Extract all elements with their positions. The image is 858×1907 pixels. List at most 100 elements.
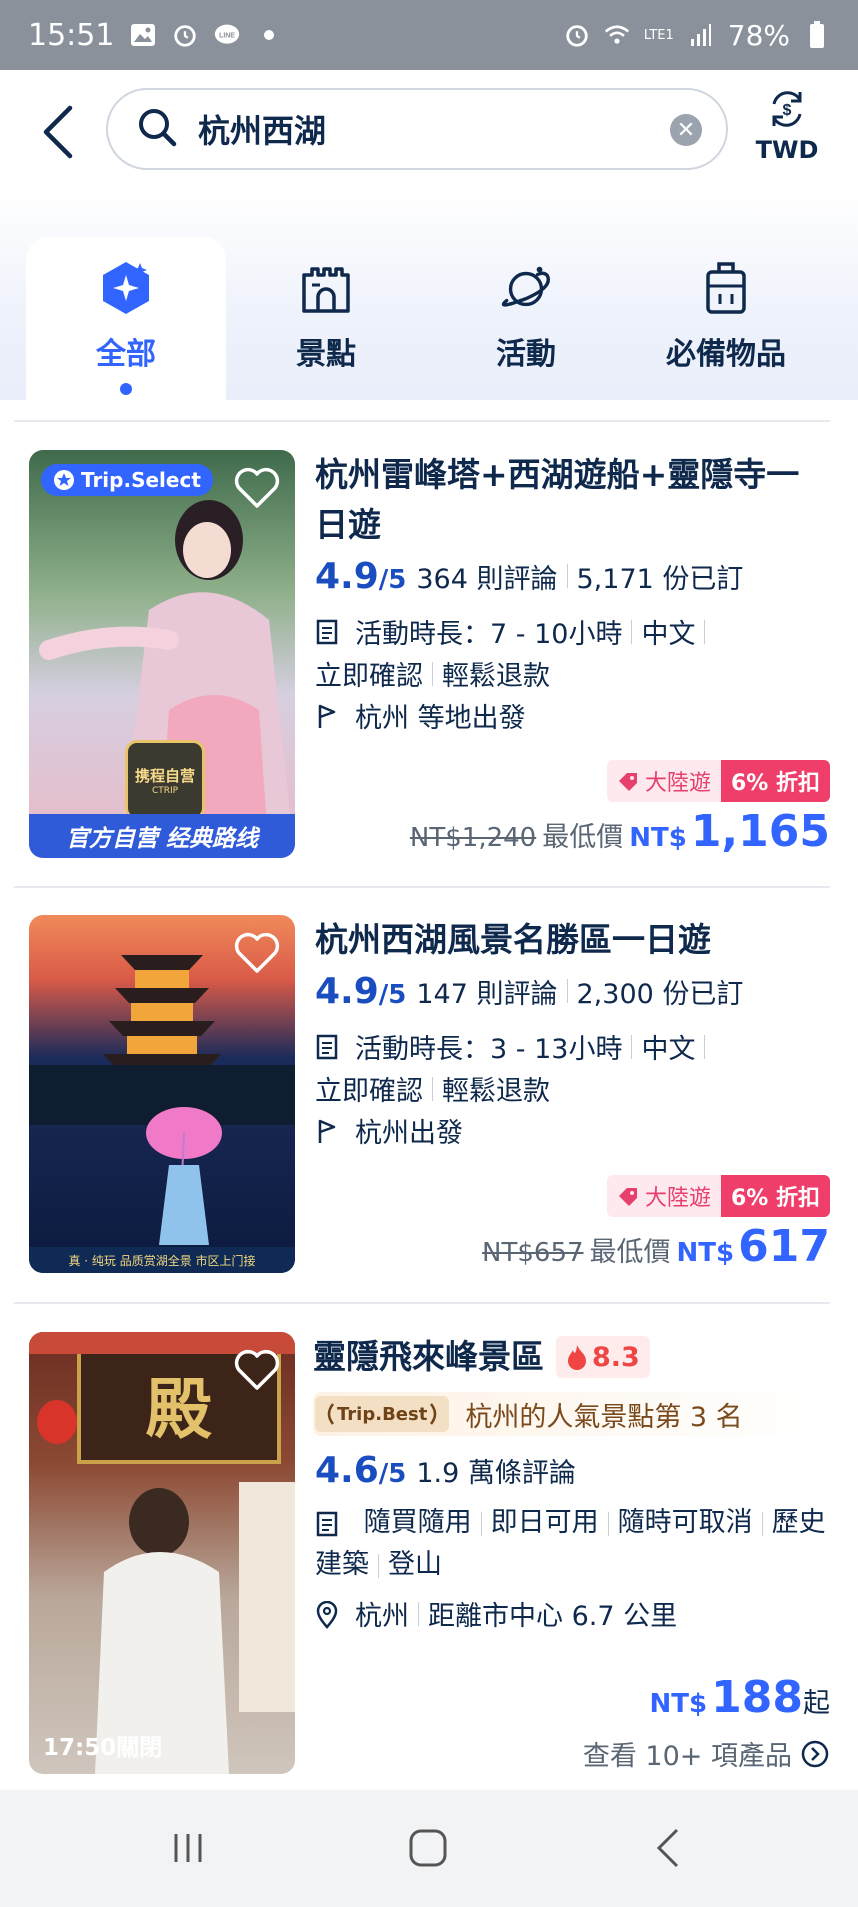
promo-badge: 大陸遊 6% 折扣 xyxy=(606,760,830,802)
tab-label: 必備物品 xyxy=(666,337,786,372)
rating-score: 4.6 xyxy=(315,1450,379,1491)
duration: 活動時長：3 - 13小時 xyxy=(355,1034,623,1065)
tab-activities[interactable]: 活動 xyxy=(426,237,626,400)
title-row: 靈隱飛來峰景區 8.3 xyxy=(313,1332,650,1382)
product-image: 真 · 纯玩 品质赏湖全景 市区上门接 xyxy=(29,915,295,1273)
price: 1,165 xyxy=(690,806,830,857)
promo-badge: 大陸遊 6% 折扣 xyxy=(606,1175,830,1217)
lowest-price-label: 最低價 xyxy=(589,1237,671,1268)
battery-percent: 78% xyxy=(727,18,790,52)
original-price: NT$657 xyxy=(482,1238,584,1268)
castle-icon xyxy=(297,259,355,317)
status-time: 15:51 xyxy=(28,17,115,53)
separator xyxy=(566,979,568,1003)
price-row: NT$1,240 最低價 NT$ 1,165 xyxy=(410,806,830,857)
flag-icon xyxy=(315,1118,341,1144)
product-card[interactable]: Trip.Select 携程自营 CTRIP 官方自营 经典路线 杭州雷峰塔+西… xyxy=(0,450,858,860)
back-icon xyxy=(656,1828,679,1868)
recent-apps-button[interactable] xyxy=(158,1820,218,1876)
duration-line: 活動時長：7 - 10小時 中文 xyxy=(315,612,714,651)
view-more-link[interactable]: 查看 10+ 項產品 xyxy=(583,1734,830,1773)
notification-dot-icon xyxy=(256,22,282,48)
feature-tag: 隨買隨用 xyxy=(363,1507,472,1538)
clear-search-button[interactable]: ✕ xyxy=(670,114,702,146)
hot-score-badge: 8.3 xyxy=(556,1336,650,1378)
badge-label: Trip.Select xyxy=(81,468,201,492)
home-icon xyxy=(409,1829,447,1867)
line-app-icon: LINE xyxy=(214,22,240,48)
tab-all[interactable]: 全部 xyxy=(26,237,226,400)
price-currency: NT$ xyxy=(649,1689,708,1719)
tag-icon xyxy=(618,773,637,791)
active-tab-indicator xyxy=(120,383,132,395)
rating-scale: /5 xyxy=(378,980,407,1010)
flame-icon xyxy=(568,1345,586,1370)
document-icon xyxy=(315,1511,341,1537)
home-button[interactable] xyxy=(398,1820,458,1876)
product-card[interactable]: 殿 17:50關閉 靈隱飛來峰景區 8.3 Trip.Best 杭州的人氣景點第… xyxy=(0,1332,858,1777)
price: 617 xyxy=(738,1221,830,1272)
separator xyxy=(432,1076,433,1101)
favorite-button[interactable] xyxy=(233,466,281,510)
tab-essentials[interactable]: 必備物品 xyxy=(626,237,826,400)
category-tabs: 全部 景點 活動 必備物品 xyxy=(0,190,858,400)
separator xyxy=(378,1553,379,1578)
image-caption: 官方自营 经典路线 xyxy=(29,814,295,858)
product-card[interactable]: 真 · 纯玩 品质赏湖全景 市区上门接 杭州西湖風景名勝區一日遊 4.9 /5 … xyxy=(0,915,858,1275)
search-query: 杭州西湖 xyxy=(198,112,327,150)
discount-label: 6% 折扣 xyxy=(720,760,830,802)
language: 中文 xyxy=(641,1034,696,1065)
currency-switch-button[interactable]: $ TWD xyxy=(752,88,822,178)
discount-label: 6% 折扣 xyxy=(720,1175,830,1217)
heart-icon xyxy=(234,1349,280,1390)
logo-text: 携程自营 xyxy=(134,766,195,785)
divider xyxy=(14,1302,830,1304)
ranking-banner[interactable]: Trip.Best 杭州的人氣景點第 3 名 xyxy=(313,1392,833,1436)
price-suffix: 起 xyxy=(803,1688,830,1719)
tab-label: 景點 xyxy=(296,337,356,372)
chevron-right-circle-icon xyxy=(801,1740,829,1767)
battery-icon xyxy=(804,21,830,48)
back-arrow-icon xyxy=(43,105,73,159)
back-button[interactable] xyxy=(30,100,86,164)
star-icon xyxy=(54,470,74,490)
tab-attractions[interactable]: 景點 xyxy=(226,237,426,400)
separator xyxy=(631,1034,633,1059)
favorite-button[interactable] xyxy=(233,931,281,975)
search-icon xyxy=(136,106,178,152)
document-icon xyxy=(315,1034,341,1060)
lowest-price-label: 最低價 xyxy=(542,822,624,853)
product-title[interactable]: 杭州雷峰塔+西湖遊船+靈隱寺一日遊 xyxy=(315,450,830,550)
city: 杭州 xyxy=(355,1601,409,1632)
separator xyxy=(432,661,433,686)
image-caption: 真 · 纯玩 品质赏湖全景 市区上门接 xyxy=(29,1247,295,1273)
duration-line: 活動時長：3 - 13小時 中文 xyxy=(315,1027,714,1066)
alarm-icon xyxy=(564,22,590,48)
svg-text:$: $ xyxy=(783,102,792,119)
sign-text: 殿 xyxy=(146,1370,212,1448)
rating-row: 4.9 /5 364 則評論 5,171 份已訂 xyxy=(315,556,743,597)
recent-apps-icon xyxy=(174,1834,202,1862)
separator xyxy=(607,1511,609,1536)
tab-label: 活動 xyxy=(496,337,556,372)
instant-confirm: 立即確認 xyxy=(315,1076,423,1107)
product-title[interactable]: 杭州西湖風景名勝區一日遊 xyxy=(315,915,830,965)
laurel-icon xyxy=(327,1403,335,1425)
language: 中文 xyxy=(641,619,696,650)
tab-label: 全部 xyxy=(96,337,156,372)
product-title[interactable]: 靈隱飛來峰景區 xyxy=(313,1332,544,1382)
favorite-button[interactable] xyxy=(233,1348,281,1392)
rating-row: 4.6 /5 1.9 萬條評論 xyxy=(315,1450,576,1491)
network-label: LTE1 xyxy=(643,27,674,43)
sparkle-icon xyxy=(97,259,155,317)
rating-scale: /5 xyxy=(378,1459,407,1489)
rating-row: 4.9 /5 147 則評論 2,300 份已訂 xyxy=(315,971,743,1012)
system-back-button[interactable] xyxy=(638,1820,698,1876)
feature-tag: 登山 xyxy=(388,1549,442,1580)
location-line: 杭州 距離市中心 6.7 公里 xyxy=(315,1594,677,1633)
separator xyxy=(704,619,706,644)
feature-tag: 即日可用 xyxy=(490,1507,599,1538)
search-input[interactable]: 杭州西湖 ✕ xyxy=(106,88,728,170)
departure-line: 杭州 等地出發 xyxy=(315,696,526,735)
separator xyxy=(761,1511,763,1536)
